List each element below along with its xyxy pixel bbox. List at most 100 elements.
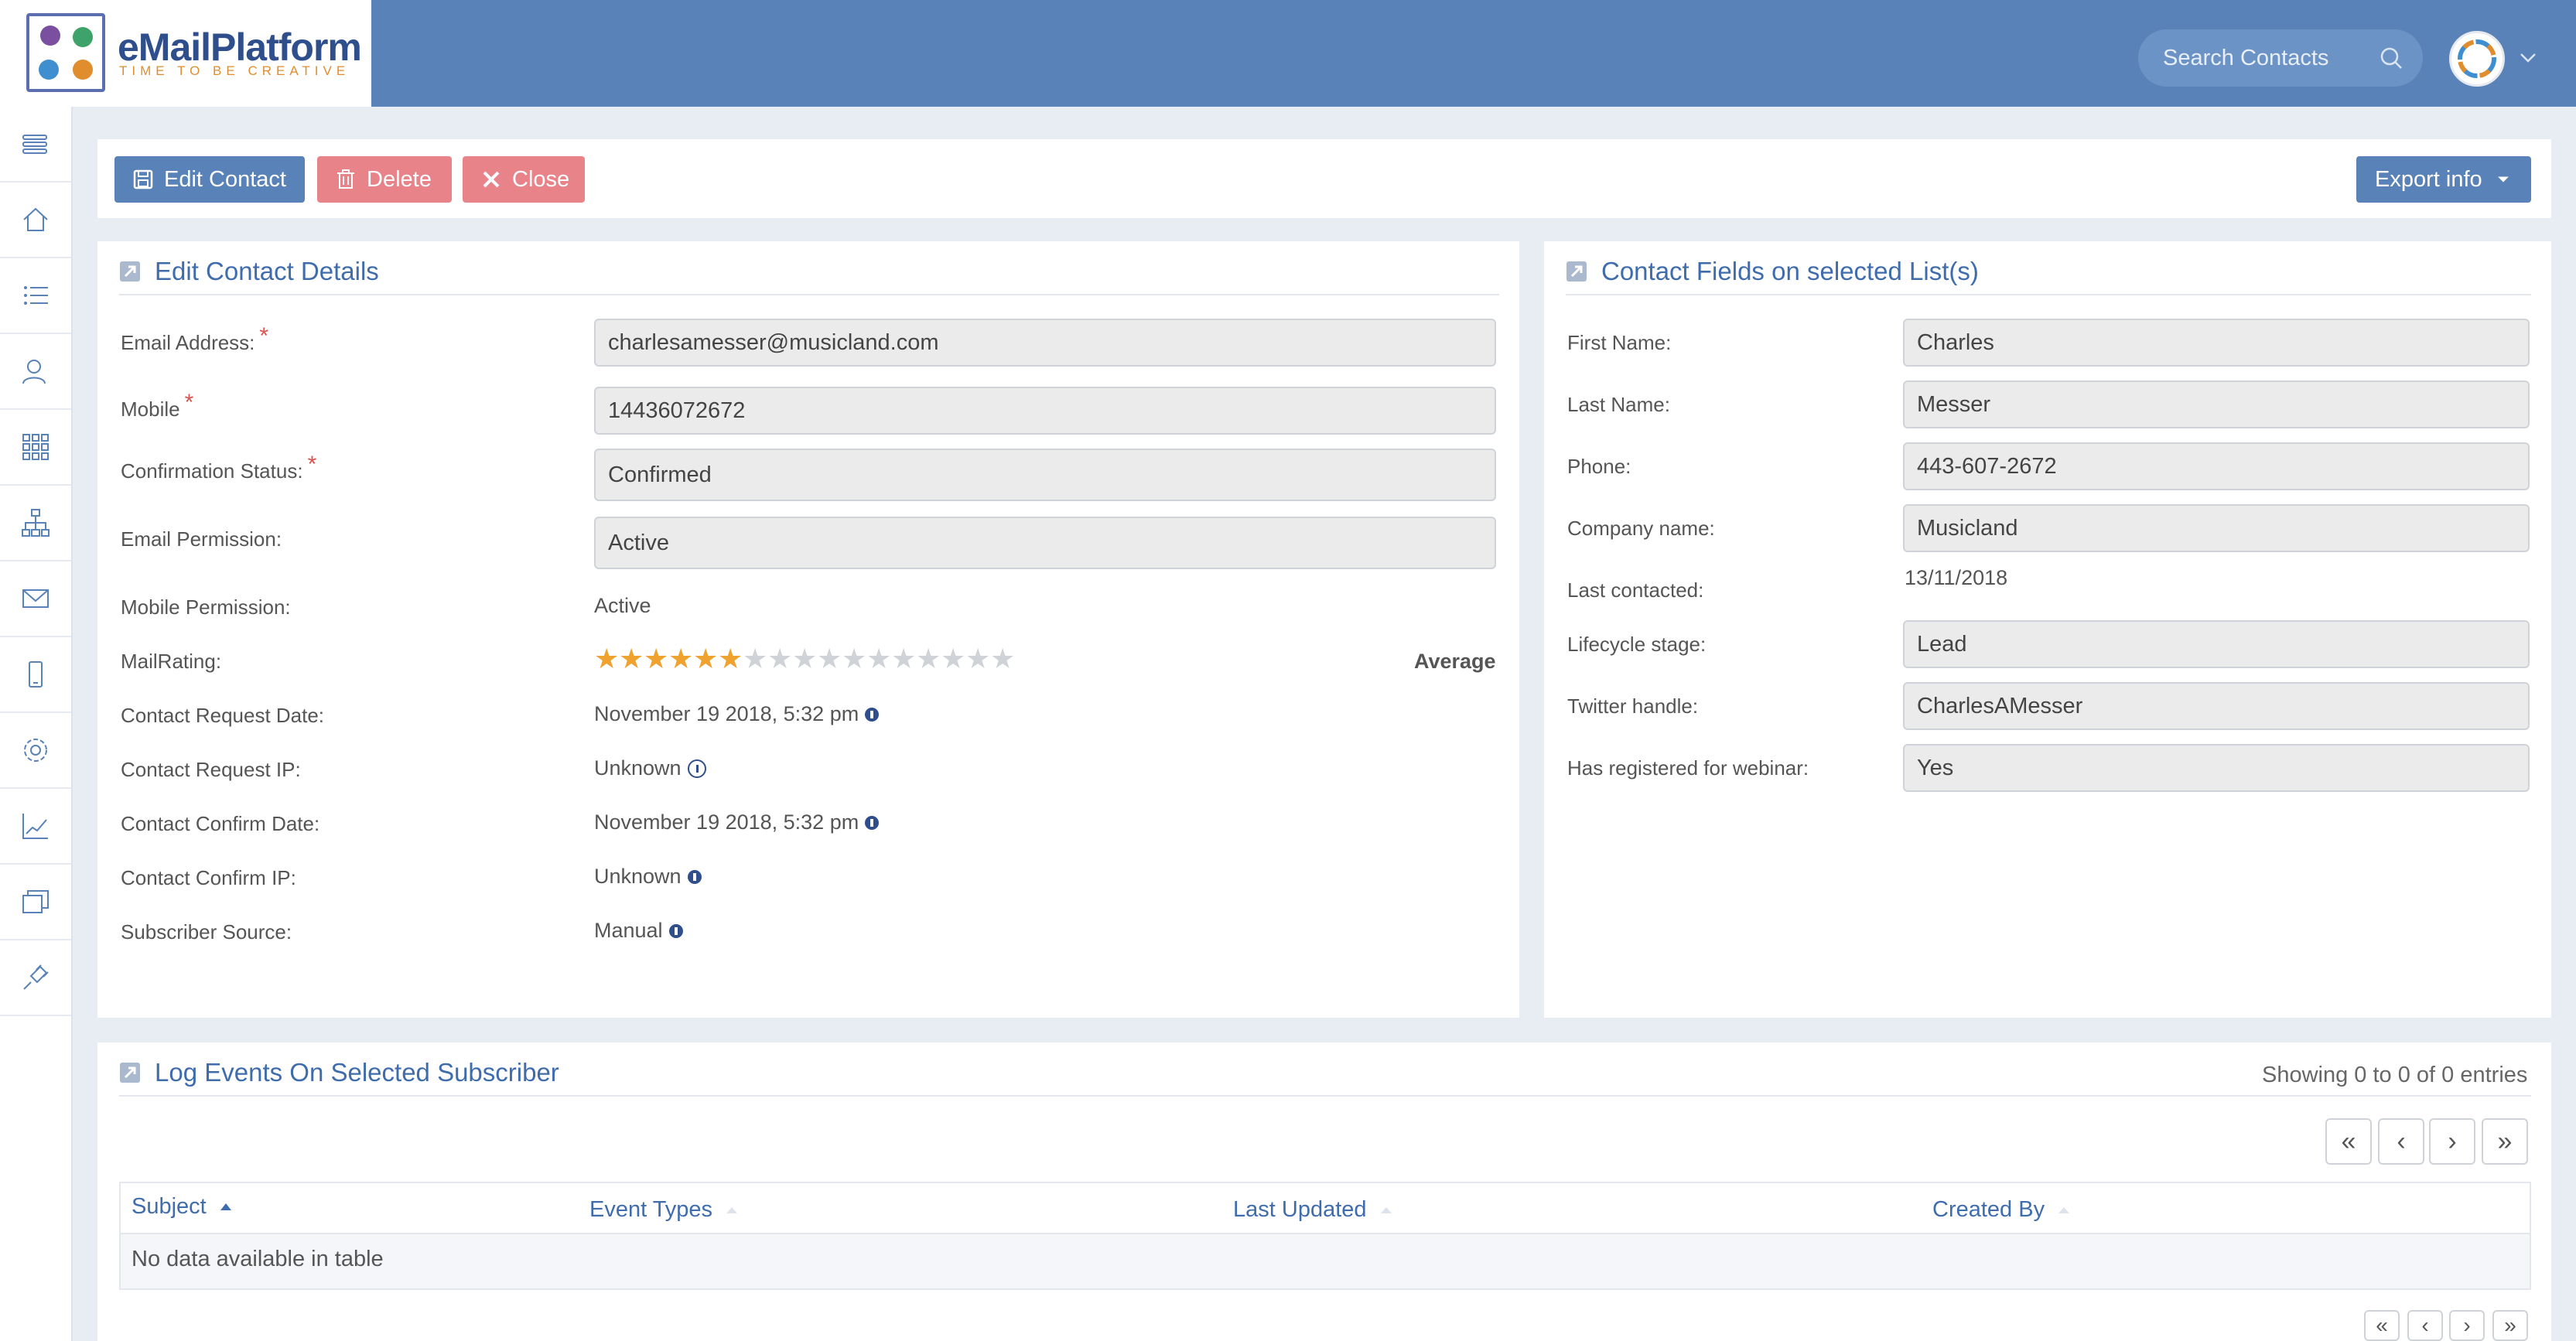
star-filled-icon[interactable]: ★ bbox=[619, 645, 644, 673]
contact-details-title: Edit Contact Details bbox=[119, 257, 379, 286]
email-field[interactable]: charlesamesser@musicland.com bbox=[594, 319, 1496, 367]
star-empty-icon[interactable]: ★ bbox=[792, 645, 817, 673]
company-field[interactable]: Musicland bbox=[1903, 504, 2530, 552]
phone-field[interactable]: 443-607-2672 bbox=[1903, 442, 2530, 490]
home-icon bbox=[23, 207, 48, 231]
next-page-button[interactable]: › bbox=[2449, 1310, 2485, 1341]
avatar-logo-icon bbox=[2458, 39, 2496, 78]
entries-count: Showing 0 to 0 of 0 entries bbox=[2262, 1063, 2528, 1087]
first-name-label: First Name: bbox=[1567, 331, 1672, 354]
prev-page-button[interactable]: ‹ bbox=[2407, 1310, 2443, 1341]
first-page-button[interactable]: « bbox=[2364, 1310, 2400, 1341]
divider bbox=[1566, 294, 2531, 295]
sidebar-item-mobile[interactable] bbox=[0, 637, 71, 713]
first-name-field[interactable]: Charles bbox=[1903, 319, 2530, 367]
last-name-label: Last Name: bbox=[1567, 393, 1670, 416]
star-filled-icon[interactable]: ★ bbox=[644, 645, 668, 673]
star-filled-icon[interactable]: ★ bbox=[668, 645, 693, 673]
company-label: Company name: bbox=[1567, 517, 1715, 540]
star-empty-icon[interactable]: ★ bbox=[817, 645, 842, 673]
star-empty-icon[interactable]: ★ bbox=[842, 645, 866, 673]
sidebar-item-contacts[interactable] bbox=[0, 334, 71, 410]
source-label: Subscriber Source: bbox=[121, 920, 292, 943]
sidebar-item-settings[interactable] bbox=[0, 713, 71, 789]
sidebar-item-menu[interactable] bbox=[0, 107, 71, 183]
info-icon[interactable] bbox=[668, 923, 683, 938]
divider bbox=[119, 294, 1499, 295]
mobile-field[interactable]: 14436072672 bbox=[594, 387, 1496, 435]
sidebar-item-home[interactable] bbox=[0, 183, 71, 258]
search-icon[interactable] bbox=[2380, 46, 2403, 70]
sidebar-item-templates[interactable] bbox=[0, 865, 71, 940]
mobile-label: Mobile * bbox=[121, 390, 194, 421]
sidebar-item-apps[interactable] bbox=[0, 410, 71, 486]
star-empty-icon[interactable]: ★ bbox=[916, 645, 941, 673]
email-permission-select[interactable]: Active bbox=[594, 517, 1496, 569]
avatar[interactable] bbox=[2449, 31, 2505, 87]
contact-fields-title-text: Contact Fields on selected List(s) bbox=[1601, 257, 1979, 285]
twitter-field[interactable]: CharlesAMesser bbox=[1903, 682, 2530, 730]
sidebar-item-lists[interactable] bbox=[0, 258, 71, 334]
star-empty-icon[interactable]: ★ bbox=[941, 645, 965, 673]
logo-tagline: TIME TO BE CREATIVE bbox=[119, 63, 350, 78]
contacts-icon bbox=[22, 360, 46, 384]
top-bar: eMailPlatform TIME TO BE CREATIVE bbox=[0, 0, 2576, 107]
table-row: No data available in table bbox=[121, 1234, 2530, 1288]
menu-icon bbox=[22, 135, 47, 154]
column-last-updated[interactable]: Last Updated bbox=[1233, 1197, 1392, 1223]
webinar-label: Has registered for webinar: bbox=[1567, 756, 1809, 780]
export-info-button[interactable]: Export info bbox=[2356, 156, 2531, 203]
info-circle-icon[interactable] bbox=[687, 759, 706, 778]
list-icon bbox=[24, 286, 48, 305]
delete-button[interactable]: Delete bbox=[317, 156, 452, 203]
chevron-down-icon[interactable] bbox=[2519, 48, 2537, 67]
save-icon bbox=[133, 169, 153, 189]
sitemap-icon bbox=[22, 509, 50, 537]
first-page-button[interactable]: « bbox=[2325, 1118, 2372, 1165]
close-icon bbox=[483, 171, 500, 188]
plug-icon bbox=[23, 964, 49, 990]
lifecycle-field[interactable]: Lead bbox=[1903, 620, 2530, 668]
edit-square-icon bbox=[1566, 261, 1587, 282]
last-name-field[interactable]: Messer bbox=[1903, 380, 2530, 428]
star-empty-icon[interactable]: ★ bbox=[990, 645, 1015, 673]
info-icon[interactable] bbox=[687, 869, 702, 884]
star-empty-icon[interactable]: ★ bbox=[965, 645, 990, 673]
search-box bbox=[2138, 29, 2423, 87]
sidebar-item-email[interactable] bbox=[0, 561, 71, 637]
confirmation-label: Confirmation Status: * bbox=[121, 452, 317, 483]
webinar-field[interactable]: Yes bbox=[1903, 744, 2530, 792]
star-empty-icon[interactable]: ★ bbox=[743, 645, 767, 673]
sidebar-item-integrations[interactable] bbox=[0, 940, 71, 1016]
sort-icon bbox=[726, 1206, 738, 1213]
search-input[interactable] bbox=[2163, 29, 2364, 87]
info-icon[interactable] bbox=[865, 815, 880, 830]
next-page-button[interactable]: › bbox=[2429, 1118, 2475, 1165]
sidebar-item-reports[interactable] bbox=[0, 789, 71, 865]
star-empty-icon[interactable]: ★ bbox=[767, 645, 792, 673]
star-empty-icon[interactable]: ★ bbox=[891, 645, 916, 673]
prev-page-button[interactable]: ‹ bbox=[2378, 1118, 2424, 1165]
sidebar-item-structure[interactable] bbox=[0, 486, 71, 561]
info-icon[interactable] bbox=[865, 707, 880, 722]
close-label: Close bbox=[512, 166, 570, 192]
lifecycle-label: Lifecycle stage: bbox=[1567, 633, 1707, 656]
edit-contact-button[interactable]: Edit Contact bbox=[114, 156, 305, 203]
confirmation-status-select[interactable]: Confirmed bbox=[594, 449, 1496, 501]
star-filled-icon[interactable]: ★ bbox=[718, 645, 743, 673]
sort-asc-icon bbox=[220, 1203, 231, 1210]
star-empty-icon[interactable]: ★ bbox=[866, 645, 891, 673]
column-subject[interactable]: Subject bbox=[132, 1194, 231, 1220]
last-page-button[interactable]: » bbox=[2482, 1118, 2528, 1165]
contact-details-title-text: Edit Contact Details bbox=[155, 257, 379, 285]
last-page-button[interactable]: » bbox=[2492, 1310, 2528, 1341]
logo[interactable]: eMailPlatform TIME TO BE CREATIVE bbox=[0, 0, 371, 107]
star-filled-icon[interactable]: ★ bbox=[693, 645, 718, 673]
close-button[interactable]: Close bbox=[463, 156, 585, 203]
last-contacted-label: Last contacted: bbox=[1567, 578, 1704, 602]
star-filled-icon[interactable]: ★ bbox=[594, 645, 619, 673]
request-date-label: Contact Request Date: bbox=[121, 704, 325, 727]
email-label: Email Address: * bbox=[121, 323, 269, 354]
column-event-types[interactable]: Event Types bbox=[589, 1197, 738, 1223]
column-created-by[interactable]: Created By bbox=[1932, 1197, 2070, 1223]
